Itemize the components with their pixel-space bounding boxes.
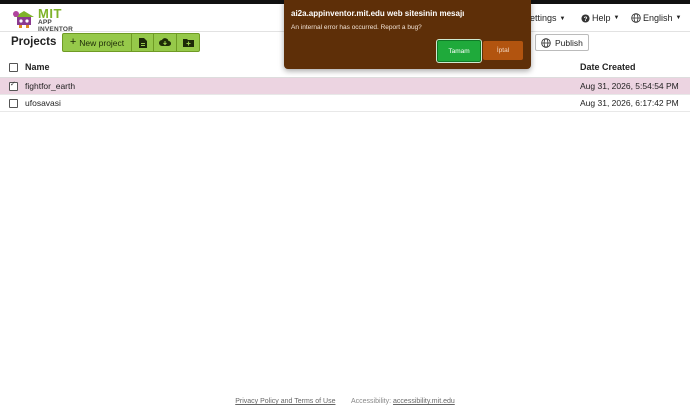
column-header-name[interactable]: Name	[25, 62, 50, 72]
cloud-download-icon	[159, 38, 171, 46]
help-menu[interactable]: ? Help ▼	[581, 13, 619, 23]
new-project-button[interactable]: + New project	[63, 34, 132, 51]
globe-icon	[541, 37, 551, 48]
language-menu[interactable]: English ▼	[631, 13, 681, 23]
help-menu-label: Help	[592, 13, 611, 23]
chevron-down-icon: ▼	[613, 15, 620, 21]
chevron-down-icon: ▼	[559, 16, 566, 22]
alert-dialog: ai2a.appinventor.mit.edu web sitesinin m…	[284, 0, 531, 69]
help-icon: ?	[581, 13, 590, 22]
project-name[interactable]: fightfor_earth	[25, 81, 75, 91]
accessibility-label: Accessibility:	[351, 398, 392, 405]
table-row[interactable]: ufosavasi Aug 31, 2026, 6:17:42 PM	[0, 95, 690, 112]
folder-plus-icon	[182, 39, 194, 47]
row-checkbox[interactable]	[9, 80, 18, 91]
project-name[interactable]: ufosavasi	[25, 98, 61, 108]
file-icon	[138, 37, 147, 48]
new-project-label: New project	[79, 37, 125, 48]
globe-icon	[631, 13, 641, 23]
project-date: Aug 31, 2026, 5:54:54 PM	[580, 81, 679, 91]
chevron-down-icon: ▼	[675, 15, 682, 21]
import-project-button[interactable]	[132, 34, 154, 51]
column-header-date[interactable]: Date Created	[580, 62, 636, 72]
cancel-button[interactable]: İptal	[483, 41, 523, 60]
plus-icon: +	[69, 36, 77, 48]
settings-menu[interactable]: ettings ▼	[530, 13, 565, 23]
ok-button[interactable]: Tamam	[436, 39, 482, 63]
settings-menu-label: ettings	[530, 13, 557, 23]
table-row[interactable]: fightfor_earth Aug 31, 2026, 5:54:54 PM	[0, 78, 690, 95]
language-menu-label: English	[643, 13, 673, 23]
project-date: Aug 31, 2026, 6:17:42 PM	[580, 98, 679, 108]
accessibility-link[interactable]: accessibility.mit.edu	[393, 398, 455, 405]
select-all-checkbox[interactable]	[9, 63, 18, 72]
robot-logo-icon	[13, 11, 34, 28]
row-checkbox[interactable]	[9, 99, 18, 108]
svg-text:?: ?	[584, 15, 588, 22]
page-title: Projects	[11, 36, 57, 48]
publish-button[interactable]: Publish	[535, 34, 589, 51]
dialog-title: ai2a.appinventor.mit.edu web sitesinin m…	[291, 9, 465, 18]
logo-subtitle: APP INVENTOR	[38, 19, 74, 33]
dialog-message: An internal error has occurred. Report a…	[291, 24, 422, 31]
page-footer: Privacy Policy and Terms of Use Accessib…	[0, 398, 690, 405]
project-actions-group: + New project	[62, 33, 200, 52]
new-folder-button[interactable]	[177, 34, 199, 51]
app-inventor-logo[interactable]: MIT APP INVENTOR	[12, 6, 82, 33]
download-project-button[interactable]	[154, 34, 177, 51]
publish-label: Publish	[555, 37, 583, 48]
privacy-policy-link[interactable]: Privacy Policy and Terms of Use	[235, 398, 335, 405]
